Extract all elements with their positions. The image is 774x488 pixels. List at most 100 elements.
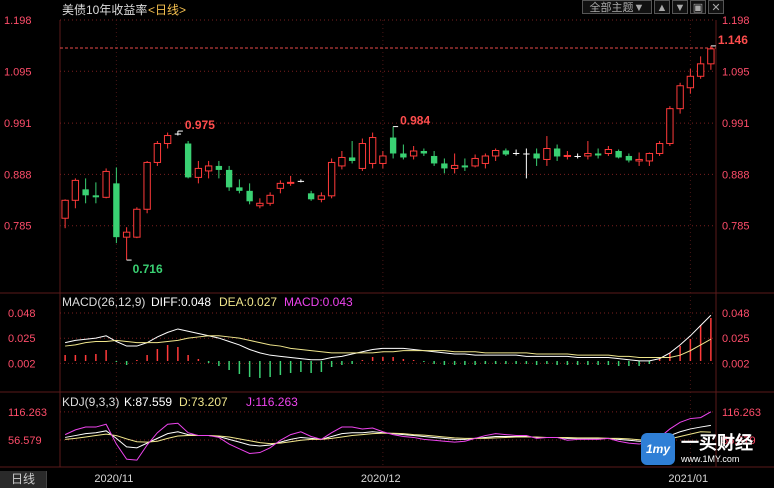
candle-body: [338, 156, 346, 167]
candle-body: [327, 161, 336, 197]
candle: [184, 141, 192, 179]
candle-body: [471, 157, 479, 167]
candle-body: [604, 148, 613, 154]
candle: [92, 182, 100, 204]
period-tab-daily[interactable]: 日线: [0, 471, 47, 488]
candle: [174, 131, 182, 136]
candle-body: [266, 194, 274, 204]
candle: [122, 227, 131, 261]
candle: [194, 160, 203, 184]
candle: [430, 150, 438, 166]
candle: [204, 160, 213, 179]
candle: [113, 167, 120, 244]
candle: [348, 141, 356, 164]
candle-body: [122, 231, 131, 238]
chart-period-label[interactable]: <日线>: [148, 3, 186, 17]
macd-legend-name: MACD(26,12,9): [62, 295, 145, 309]
chart-title: 美债10年收益率: [62, 2, 147, 17]
candle-body: [143, 161, 151, 210]
price-tick-right: 0.785: [722, 221, 750, 233]
candle-body: [358, 143, 367, 169]
annotation-high-label: 1.146: [718, 33, 748, 47]
macd-tick-left: 0.002: [8, 358, 36, 370]
candle-body: [584, 152, 592, 157]
watermark-url: www.1MY.com: [681, 454, 740, 464]
candle: [502, 148, 510, 156]
candle-body: [543, 148, 551, 160]
price-tick-right: 0.888: [722, 169, 750, 181]
candle: [368, 132, 377, 169]
candle-body: [317, 195, 326, 200]
candle: [400, 144, 407, 160]
candle-body: [113, 183, 120, 238]
candle: [143, 160, 151, 214]
arrow-up-icon[interactable]: ▲: [654, 0, 670, 14]
candle: [246, 183, 253, 205]
chart-canvas: 美债10年收益率 <日线> MACD(26,12,9) DIFF:0.048 D…: [0, 2, 774, 485]
candle: [625, 153, 633, 163]
candle-body: [82, 189, 89, 196]
candle-body: [563, 154, 572, 157]
candle: [82, 178, 89, 204]
candle: [543, 136, 551, 166]
candle: [266, 192, 274, 206]
candle: [71, 178, 80, 209]
macd-macd-label: MACD:0.043: [284, 295, 353, 309]
candle-body: [441, 163, 448, 169]
candle: [594, 148, 602, 159]
candle-body: [368, 137, 377, 164]
candle-body: [286, 181, 295, 184]
candle-body: [389, 137, 397, 154]
candle: [563, 150, 572, 160]
watermark-name: 一买财经: [681, 433, 753, 453]
candle: [409, 146, 418, 160]
candle-body: [461, 165, 469, 168]
candle-body: [256, 202, 264, 207]
close-icon[interactable]: ✕: [708, 0, 724, 14]
annotation-high-label: 0.975: [185, 118, 215, 132]
candle: [102, 168, 110, 199]
arrow-down-icon[interactable]: ▼: [672, 0, 688, 14]
candle: [153, 141, 162, 166]
candle: [491, 148, 500, 161]
candle-body: [400, 153, 407, 158]
candle-body: [625, 155, 633, 161]
candle: [481, 153, 490, 169]
candle-body: [174, 133, 182, 135]
candle-body: [553, 148, 561, 157]
macd-tick-left: 0.048: [8, 308, 36, 320]
candle-body: [71, 179, 80, 201]
macd-tick-right: 0.002: [722, 358, 750, 370]
candle-body: [491, 149, 500, 157]
candle-body: [686, 75, 695, 89]
candle-body: [153, 143, 162, 163]
kdj-j-label: J:116.263: [246, 395, 298, 409]
candle-body: [204, 165, 213, 172]
candle: [696, 56, 705, 79]
macd-dea-label: DEA:0.027: [219, 295, 277, 309]
candle: [215, 160, 223, 179]
candle-body: [430, 155, 438, 164]
candle: [61, 199, 69, 229]
candle-body: [533, 153, 540, 159]
candle-body: [348, 157, 356, 161]
candle: [389, 126, 397, 159]
candle-body: [297, 180, 305, 182]
candle-body: [450, 164, 459, 169]
price-tick-left: 0.888: [4, 169, 32, 181]
layout-icon[interactable]: ▣: [690, 0, 706, 14]
candle-body: [225, 169, 233, 188]
candle-body: [246, 190, 253, 202]
candle-body: [481, 155, 490, 164]
all-themes-dropdown[interactable]: 全部主题▼: [582, 0, 652, 14]
candle-body: [655, 143, 664, 154]
candle: [338, 150, 346, 170]
candle-body: [502, 150, 510, 155]
candle-body: [666, 108, 674, 145]
price-tick-left: 1.198: [4, 15, 32, 27]
candle: [256, 198, 264, 209]
candle-body: [184, 143, 192, 178]
kdj-tick-right: 116.263: [722, 407, 761, 419]
candle: [574, 153, 581, 159]
candle: [512, 149, 520, 156]
